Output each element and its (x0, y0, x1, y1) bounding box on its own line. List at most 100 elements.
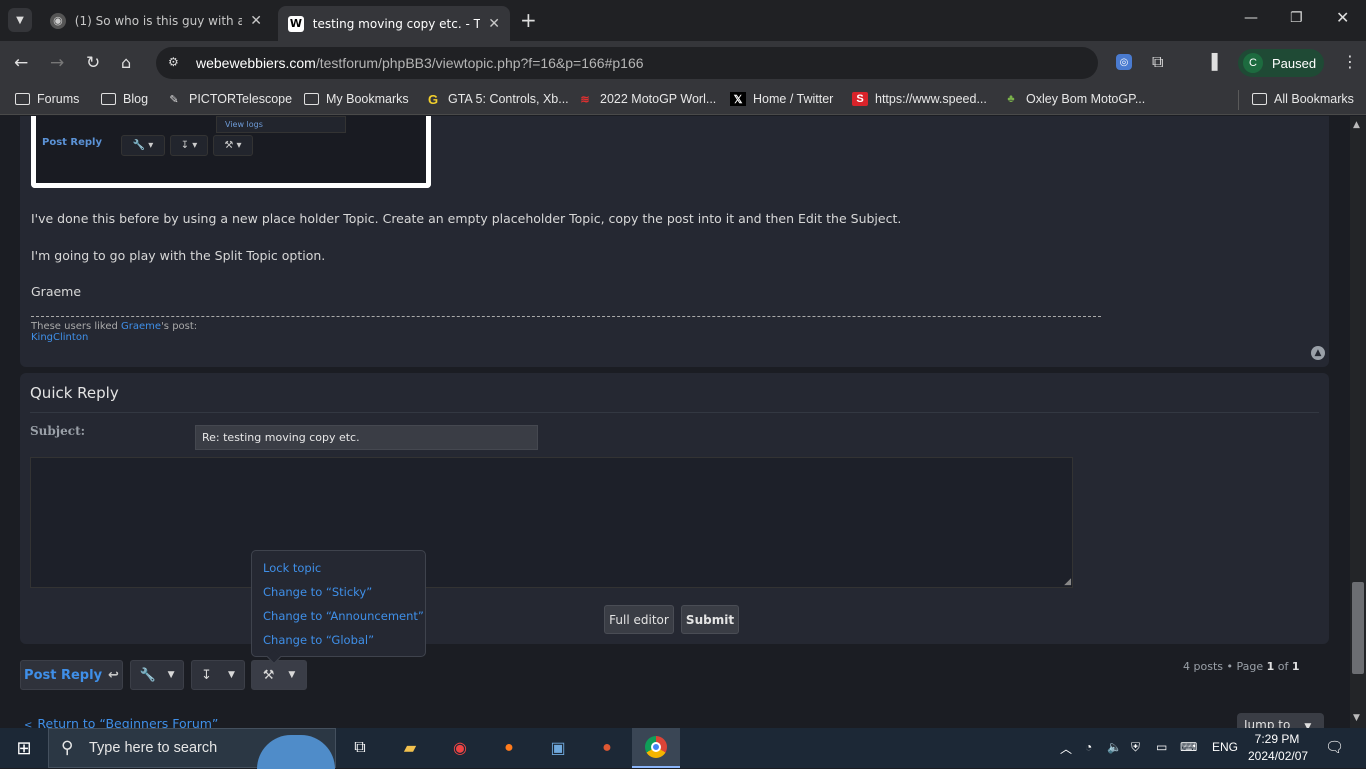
sort-icon: ↧ ▾ (170, 135, 208, 156)
chrome-taskbar-button[interactable] (632, 728, 680, 768)
resize-handle-icon[interactable]: ◢ (1064, 577, 1071, 587)
search-placeholder: Type here to search (89, 740, 218, 756)
full-editor-button[interactable]: Full editor (604, 605, 674, 634)
battery-icon[interactable]: ▭ (1156, 740, 1167, 754)
duckduckgo-icon[interactable]: ● (595, 736, 619, 760)
bookmark-label: GTA 5: Controls, Xb... (448, 92, 569, 106)
divider (30, 412, 1319, 413)
clock-time: 7:29 PM (1254, 732, 1300, 746)
window-close-icon[interactable]: ✕ (1336, 8, 1349, 27)
bookmark-my-bookmarks[interactable]: My Bookmarks (303, 92, 409, 106)
close-icon[interactable]: ✕ (250, 13, 262, 29)
taskbar-search[interactable]: ⚲ Type here to search (48, 728, 336, 769)
wifi-icon[interactable]: ◔ (1085, 740, 1092, 754)
notification-icon[interactable]: 🗨 (1325, 738, 1344, 756)
subject-input[interactable]: Re: testing moving copy etc. (195, 425, 538, 450)
bookmark-label: Blog (123, 92, 149, 106)
close-icon[interactable]: ✕ (488, 16, 500, 32)
sort-button[interactable]: ↧ ▼ (191, 660, 245, 690)
language-indicator[interactable]: ENG (1212, 740, 1238, 754)
bookmark-label: https://www.speed... (875, 92, 987, 106)
folder-icon (14, 92, 30, 106)
chevron-up-icon[interactable]: ︿ (1060, 740, 1072, 757)
x-icon: 𝕏 (730, 92, 746, 106)
address-bar[interactable]: ⚙ webewebbiers.com/testforum/phpBB3/view… (156, 47, 1098, 79)
global-option[interactable]: Change to “Global” (263, 633, 374, 647)
topic-tools-button[interactable]: 🔧 ▼ (130, 660, 184, 690)
forward-arrow-icon[interactable]: → (50, 53, 64, 73)
moderator-tools-button[interactable]: ⚒ ▼ (251, 660, 307, 690)
reload-icon[interactable]: ↻ (86, 53, 100, 73)
bookmark-label: 2022 MotoGP Worl... (600, 92, 717, 106)
scroll-up-icon[interactable]: ▲ (1353, 120, 1360, 130)
embedded-post-reply: Post Reply (42, 137, 102, 148)
chevron-down-icon: ▼ (227, 670, 235, 680)
puzzle-icon[interactable]: ⧉ (1152, 52, 1163, 72)
volume-icon[interactable]: 🔈 (1107, 740, 1122, 754)
scroll-down-icon[interactable]: ▼ (1353, 713, 1360, 723)
firefox-icon[interactable]: ● (497, 736, 521, 760)
bookmarks-divider (1238, 90, 1239, 110)
bookmark-label: Home / Twitter (753, 92, 834, 106)
quick-reply-heading: Quick Reply (30, 384, 119, 402)
windows-taskbar: ⊞ ⚲ Type here to search ⧉ ▰ ◉ ● ▣ ● ︿ ◔ … (0, 728, 1366, 769)
motogp-icon: ≋ (580, 93, 590, 106)
scroll-thumb[interactable] (1352, 582, 1364, 674)
extension-shield-icon[interactable]: ◎ (1116, 54, 1132, 70)
liker-link[interactable]: KingClinton (31, 332, 88, 343)
bookmark-pictortelescope[interactable]: ✎ PICTORTelescope (166, 92, 292, 106)
bookmark-label: Forums (37, 92, 80, 106)
clock-date: 2024/02/07 (1248, 749, 1309, 763)
file-explorer-icon[interactable]: ▰ (398, 736, 422, 760)
folder-icon (100, 92, 116, 106)
subject-label: Subject: (30, 424, 86, 438)
new-tab-button[interactable]: + (520, 8, 537, 32)
all-bookmarks[interactable]: All Bookmarks (1251, 92, 1354, 106)
security-icon[interactable]: ⛨ (1131, 740, 1140, 755)
tab-1[interactable]: ◉ (1) So who is this guy with all th ✕ (40, 6, 272, 35)
bookmark-oxley[interactable]: ♣ Oxley Bom MotoGP... (1003, 92, 1145, 106)
tab-title: (1) So who is this guy with all th (74, 13, 243, 28)
profile-button[interactable]: C Paused (1238, 49, 1324, 77)
clock-app-icon[interactable]: ◉ (448, 736, 472, 760)
rider-icon: ♣ (1007, 93, 1015, 105)
site-info-icon[interactable]: ⚙ (168, 55, 179, 69)
bookmark-blog[interactable]: Blog (100, 92, 148, 106)
bookmark-gta5[interactable]: G GTA 5: Controls, Xb... (425, 92, 569, 107)
sticky-option[interactable]: Change to “Sticky” (263, 585, 372, 599)
tab-search-button[interactable]: ▼ (8, 8, 32, 32)
clock[interactable]: 7:29 PM 2024/02/07 (1248, 731, 1309, 765)
bookmark-speed[interactable]: Shttps://www.speed... (852, 92, 987, 106)
submit-button[interactable]: Submit (681, 605, 739, 634)
home-icon[interactable]: ⌂ (121, 53, 131, 72)
task-view-icon[interactable]: ⧉ (348, 736, 372, 760)
bookmark-label: All Bookmarks (1274, 92, 1354, 106)
bookmark-forums[interactable]: Forums (14, 92, 79, 106)
signature-divider (31, 316, 1101, 317)
windows-start-icon[interactable]: ⊞ (12, 736, 36, 760)
restore-icon[interactable]: ❐ (1290, 10, 1303, 26)
chevron-down-icon: ▼ (167, 670, 175, 680)
likes-line: These users liked Graeme's post: KingCli… (31, 321, 197, 343)
pager-prefix: 4 posts • Page (1183, 660, 1267, 673)
bookmark-label: PICTORTelescope (189, 92, 293, 106)
keyboard-icon[interactable]: ⌨ (1180, 740, 1197, 754)
python-icon[interactable]: ▣ (546, 736, 570, 760)
url-path: /testforum/phpBB3/viewtopic.php?f=16&p=1… (315, 55, 644, 71)
wrench-icon: 🔧 ▾ (121, 135, 165, 156)
announcement-option[interactable]: Change to “Announcement” (263, 609, 424, 623)
telescope-icon: ✎ (169, 93, 179, 106)
bookmark-motogp[interactable]: ≋ 2022 MotoGP Worl... (577, 92, 716, 106)
post-reply-button[interactable]: Post Reply ↩ (20, 660, 123, 690)
likes-author-link[interactable]: Graeme (121, 321, 161, 332)
back-to-top-icon[interactable]: ▲ (1311, 346, 1325, 360)
lock-topic-option[interactable]: Lock topic (263, 561, 321, 575)
minimize-icon[interactable]: — (1244, 10, 1258, 26)
back-arrow-icon[interactable]: ← (14, 53, 28, 73)
tab-2[interactable]: W testing moving copy etc. - TSS T ✕ (278, 6, 510, 41)
bookmark-twitter[interactable]: 𝕏 Home / Twitter (730, 92, 833, 106)
search-highlight-image (257, 735, 335, 769)
side-panel-icon[interactable]: ▐ (1206, 53, 1218, 71)
menu-kebab-icon[interactable]: ⋮ (1342, 52, 1358, 71)
message-textarea[interactable]: ◢ (30, 457, 1073, 588)
